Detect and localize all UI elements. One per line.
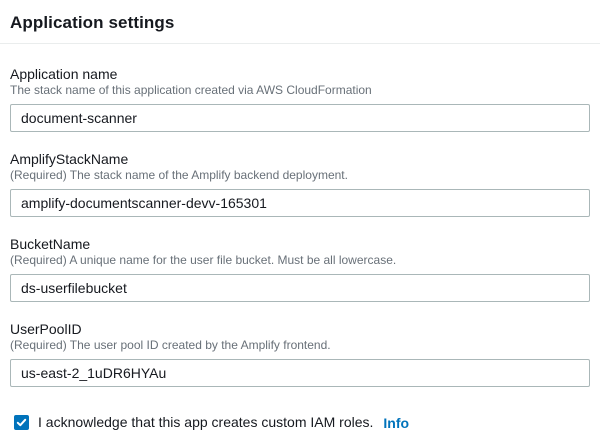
bucket-name-label: BucketName	[10, 236, 590, 252]
user-pool-id-label: UserPoolID	[10, 321, 590, 337]
amplify-stack-name-label: AmplifyStackName	[10, 151, 590, 167]
amplify-stack-name-input[interactable]	[10, 189, 590, 217]
user-pool-id-description: (Required) The user pool ID created by t…	[10, 338, 590, 353]
settings-form: Application name The stack name of this …	[0, 66, 600, 431]
bucket-name-field: BucketName (Required) A unique name for …	[10, 236, 590, 302]
amplify-stack-name-field: AmplifyStackName (Required) The stack na…	[10, 151, 590, 217]
section-header: Application settings	[0, 0, 600, 44]
application-settings-page: Application settings Application name Th…	[0, 0, 600, 446]
checkmark-icon	[16, 417, 27, 428]
amplify-stack-name-description: (Required) The stack name of the Amplify…	[10, 168, 590, 183]
info-link[interactable]: Info	[383, 415, 409, 431]
page-title: Application settings	[10, 13, 590, 32]
bucket-name-input[interactable]	[10, 274, 590, 302]
user-pool-id-input[interactable]	[10, 359, 590, 387]
iam-acknowledgement-label: I acknowledge that this app creates cust…	[38, 414, 373, 431]
application-name-description: The stack name of this application creat…	[10, 83, 590, 98]
application-name-input[interactable]	[10, 104, 590, 132]
bucket-name-description: (Required) A unique name for the user fi…	[10, 253, 590, 268]
application-name-label: Application name	[10, 66, 590, 82]
iam-acknowledgement-row: I acknowledge that this app creates cust…	[14, 414, 590, 431]
iam-acknowledge-checkbox[interactable]	[14, 415, 29, 430]
user-pool-id-field: UserPoolID (Required) The user pool ID c…	[10, 321, 590, 387]
application-name-field: Application name The stack name of this …	[10, 66, 590, 132]
